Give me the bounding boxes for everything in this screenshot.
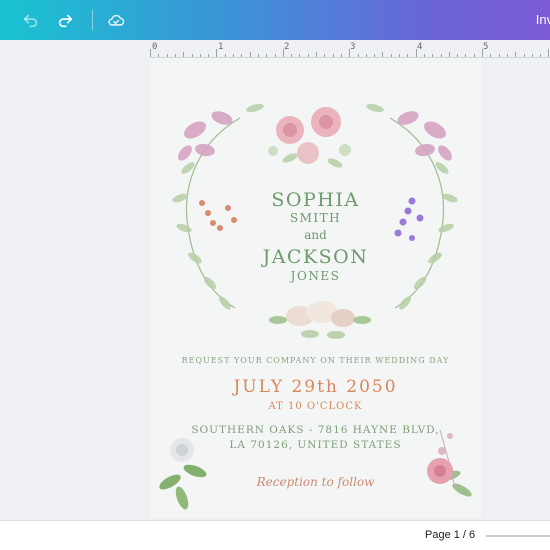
toolbar-divider (92, 10, 93, 30)
redo-icon[interactable] (54, 9, 76, 31)
ruler-tick (307, 54, 309, 57)
ruler-tick (208, 54, 210, 57)
ruler-mark: 2 (284, 42, 290, 52)
address-line-2[interactable]: LA 70126, UNITED STATES (150, 439, 481, 451)
horizontal-ruler: 0 1 2 3 4 5 (150, 40, 550, 58)
cloud-check-icon[interactable] (105, 9, 127, 31)
ruler-tick (291, 54, 293, 57)
ruler-tick (183, 52, 185, 57)
ruler-tick (465, 54, 467, 57)
ruler-tick (282, 49, 284, 57)
undo-icon[interactable] (20, 9, 42, 31)
ruler-tick (233, 54, 234, 57)
ruler-tick (374, 54, 376, 57)
ruler-tick (440, 54, 442, 57)
first-name-1[interactable]: SOPHIA (150, 189, 481, 211)
ruler-tick (150, 49, 151, 57)
ruler-tick (423, 54, 425, 57)
address-line-1[interactable]: SOUTHERN OAKS - 7816 HAYNE BLVD, (150, 424, 481, 436)
ruler-tick (531, 54, 533, 57)
ruler-tick (540, 54, 542, 57)
ruler-tick (257, 54, 259, 57)
ruler-tick (332, 54, 334, 57)
ruler-tick (224, 54, 226, 57)
design-canvas[interactable]: 0 1 2 3 4 5 SOPHIA SMITH and JACKSON JON… (0, 40, 550, 520)
ruler-tick (448, 52, 450, 57)
last-name-2[interactable]: JONES (150, 269, 481, 283)
conjunction-text[interactable]: and (150, 228, 481, 242)
ruler-tick (432, 54, 434, 57)
ruler-tick (365, 54, 367, 57)
ruler-mark: 5 (483, 42, 489, 52)
ruler-tick (407, 54, 409, 57)
last-name-1[interactable]: SMITH (150, 211, 481, 225)
ruler-tick (498, 54, 500, 57)
ruler-mark: 1 (218, 42, 224, 52)
ruler-tick (399, 54, 400, 57)
ruler-tick (415, 49, 417, 57)
ruler-tick (515, 52, 517, 57)
request-text[interactable]: REQUEST YOUR COMPANY ON THEIR WEDDING DA… (150, 356, 481, 365)
ruler-tick (324, 54, 326, 57)
ruler-tick (473, 54, 475, 57)
ruler-tick (548, 49, 550, 57)
ruler-tick (490, 54, 492, 57)
first-name-2[interactable]: JACKSON (150, 246, 481, 268)
ruler-tick (299, 54, 301, 57)
invitation-page[interactable]: SOPHIA SMITH and JACKSON JONES REQUEST Y… (150, 58, 481, 518)
invite-button[interactable]: Invi (536, 12, 550, 27)
ruler-tick (249, 52, 251, 57)
ruler-tick (191, 54, 193, 57)
ruler-mark: 0 (152, 42, 158, 52)
ruler-tick (199, 54, 201, 57)
ruler-tick (340, 54, 342, 57)
bottom-status-bar: Page 1 / 6 (0, 520, 550, 550)
ruler-tick (241, 54, 243, 57)
ruler-tick (390, 54, 392, 57)
page-indicator[interactable]: Page 1 / 6 (425, 529, 475, 541)
ruler-tick (174, 54, 176, 57)
ruler-mark: 4 (417, 42, 423, 52)
editor-toolbar: Invi (0, 0, 550, 40)
reception-text[interactable]: Reception to follow (150, 475, 481, 489)
ruler-tick (266, 54, 268, 57)
ruler-tick (506, 54, 508, 57)
ruler-tick (382, 52, 384, 57)
zoom-slider[interactable] (486, 535, 550, 537)
ruler-tick (523, 54, 525, 57)
ruler-tick (482, 49, 483, 57)
wedding-date[interactable]: JULY 29th 2050 (150, 377, 481, 397)
ruler-tick (349, 49, 351, 57)
ruler-tick (274, 54, 276, 57)
ruler-tick (216, 49, 218, 57)
ruler-mark: 3 (350, 42, 356, 52)
ruler-tick (316, 52, 317, 57)
ruler-tick (158, 54, 160, 57)
ruler-tick (457, 54, 459, 57)
wedding-time[interactable]: AT 10 O'CLOCK (150, 401, 481, 412)
ruler-tick (166, 54, 168, 57)
ruler-tick (357, 54, 359, 57)
